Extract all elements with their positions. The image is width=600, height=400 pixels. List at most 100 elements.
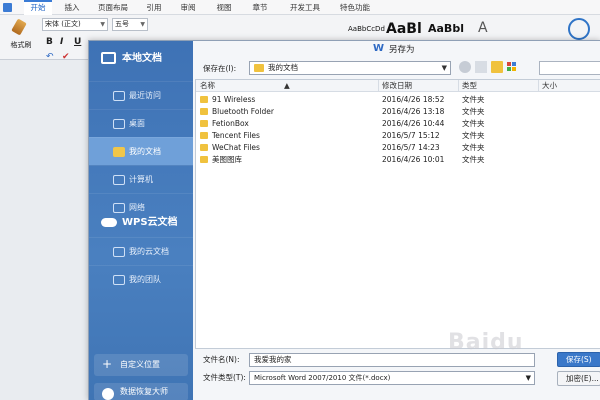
baidu-watermark: Baidu (448, 330, 524, 355)
file-list: 名称 ▲ 修改日期 类型 大小 91 Wireless 2016/4/26 18… (195, 79, 600, 349)
team-icon (113, 275, 125, 285)
sidebar-item-label: 计算机 (129, 175, 153, 184)
sidebar-item-computer[interactable]: 计算机 (89, 165, 193, 193)
style-heading-1[interactable]: AaBl (386, 18, 422, 40)
column-size[interactable]: 大小 (542, 80, 557, 92)
file-row[interactable]: 美图图库 2016/4/26 10:01 文件夹 (196, 154, 600, 166)
file-type: 文件夹 (462, 107, 485, 116)
folder-icon (254, 64, 264, 72)
sidebar-item-recent[interactable]: 最近访问 (89, 81, 193, 109)
wps-menu-icon[interactable] (3, 3, 12, 12)
file-type: 文件夹 (462, 155, 485, 164)
undo-icon[interactable]: ↶ (46, 52, 54, 62)
sidebar-item-my-cloud-docs[interactable]: 我的云文档 (89, 237, 193, 265)
column-type[interactable]: 类型 (462, 80, 477, 92)
text-tool-icon[interactable]: A (478, 20, 488, 36)
file-type: 文件夹 (462, 95, 485, 104)
tab-page-layout[interactable]: 页面布局 (92, 0, 134, 15)
clear-format-icon[interactable]: ✔ (62, 52, 70, 62)
font-name-value: 宋体 (正文) (45, 20, 81, 28)
sidebar-item-my-team[interactable]: 我的团队 (89, 265, 193, 293)
folder-icon (200, 108, 208, 115)
filetype-value: Microsoft Word 2007/2010 文件(*.docx) (254, 374, 391, 382)
font-size-select[interactable]: 五号 ▼ (112, 18, 148, 31)
sidebar-item-label: 我的云文档 (129, 247, 169, 256)
new-folder-icon[interactable] (491, 61, 503, 73)
custom-location-button[interactable]: + 自定义位置 (94, 354, 188, 376)
tab-review[interactable]: 审阅 (174, 0, 202, 15)
file-date: 2016/4/26 18:52 (382, 95, 445, 104)
view-menu-icon[interactable] (507, 61, 519, 73)
save-in-value: 我的文档 (268, 63, 298, 72)
file-row[interactable]: Bluetooth Folder 2016/4/26 13:18 文件夹 (196, 106, 600, 118)
tab-special-features[interactable]: 特色功能 (334, 0, 376, 15)
file-row[interactable]: FetionBox 2016/4/26 10:44 文件夹 (196, 118, 600, 130)
chevron-down-icon: ▼ (441, 64, 447, 72)
sidebar-item-desktop[interactable]: 桌面 (89, 109, 193, 137)
file-name: WeChat Files (212, 143, 260, 152)
file-date: 2016/4/26 13:18 (382, 107, 445, 116)
file-row[interactable]: 91 Wireless 2016/4/26 18:52 文件夹 (196, 94, 600, 106)
sidebar-item-label: 我的文档 (129, 147, 161, 156)
chevron-down-icon: ▼ (100, 21, 105, 28)
sidebar-section-cloud[interactable]: WPS云文档 (89, 207, 193, 239)
tab-insert[interactable]: 插入 (58, 0, 86, 15)
tab-home[interactable]: 开始 (24, 0, 52, 15)
brush-icon (11, 18, 27, 36)
folder-icon (200, 120, 208, 127)
filetype-label: 文件类型(T): (203, 373, 246, 382)
tab-view[interactable]: 视图 (210, 0, 238, 15)
format-painter-label: 格式刷 (10, 41, 32, 49)
encrypt-button[interactable]: 加密(E)... (557, 371, 600, 386)
italic-button[interactable]: I (60, 37, 63, 47)
filename-input[interactable]: 我爱我的家 (249, 353, 535, 367)
file-date: 2016/5/7 15:12 (382, 131, 440, 140)
underline-button[interactable]: U (74, 37, 81, 47)
style-normal[interactable]: AaBbCcDd (348, 18, 385, 40)
sidebar-section-label: 本地文档 (122, 53, 162, 64)
filetype-select[interactable]: Microsoft Word 2007/2010 文件(*.docx) ▼ (249, 371, 535, 385)
desktop-icon (113, 119, 125, 129)
file-list-header: 名称 ▲ 修改日期 类型 大小 (196, 80, 600, 92)
cloud-folder-icon (113, 247, 125, 257)
folder-icon (113, 147, 125, 157)
sidebar-item-label: 最近访问 (129, 91, 161, 100)
dialog-sidebar: 本地文档 最近访问 桌面 我的文档 计算机 网络 WPS云文档 我的云文档 我的… (89, 41, 193, 400)
up-folder-icon[interactable] (475, 61, 487, 73)
file-name: 美图图库 (212, 155, 242, 164)
menu-bar: 开始 插入 页面布局 引用 审阅 视图 章节 开发工具 特色功能 (0, 0, 600, 15)
search-input[interactable] (539, 61, 600, 75)
file-type: 文件夹 (462, 143, 485, 152)
bold-button[interactable]: B (46, 37, 53, 47)
tab-developer[interactable]: 开发工具 (284, 0, 326, 15)
file-row[interactable]: Tencent Files 2016/5/7 15:12 文件夹 (196, 130, 600, 142)
data-recovery-label: 数据恢复大师 (120, 387, 168, 396)
back-icon[interactable] (459, 61, 471, 73)
sidebar-section-local[interactable]: 本地文档 (89, 43, 193, 75)
file-date: 2016/5/7 14:23 (382, 143, 440, 152)
style-heading-2[interactable]: AaBbl (428, 18, 464, 40)
file-name: 91 Wireless (212, 95, 256, 104)
folder-icon (200, 96, 208, 103)
cloud-icon (101, 218, 117, 227)
file-name: Bluetooth Folder (212, 107, 274, 116)
column-modified[interactable]: 修改日期 (382, 80, 412, 92)
tab-references[interactable]: 引用 (140, 0, 168, 15)
data-recovery-button[interactable]: 数据恢复大师 (94, 383, 188, 400)
monitor-icon (101, 52, 116, 64)
dialog-title-bar: W 另存为 (193, 41, 600, 59)
custom-location-label: 自定义位置 (120, 360, 160, 369)
file-name: FetionBox (212, 119, 249, 128)
tab-chapter[interactable]: 章节 (246, 0, 274, 15)
format-painter-button[interactable]: 格式刷 (6, 18, 32, 56)
save-button[interactable]: 保存(S) (557, 352, 600, 367)
font-name-select[interactable]: 宋体 (正文) ▼ (42, 18, 108, 31)
sidebar-item-my-documents[interactable]: 我的文档 (89, 137, 193, 165)
column-name[interactable]: 名称 (200, 80, 215, 92)
sort-up-icon: ▲ (284, 81, 290, 90)
find-replace-icon[interactable] (568, 18, 590, 40)
filename-label: 文件名(N): (203, 355, 240, 364)
save-in-select[interactable]: 我的文档 ▼ (249, 61, 451, 75)
chevron-down-icon: ▼ (140, 21, 145, 28)
file-row[interactable]: WeChat Files 2016/5/7 14:23 文件夹 (196, 142, 600, 154)
